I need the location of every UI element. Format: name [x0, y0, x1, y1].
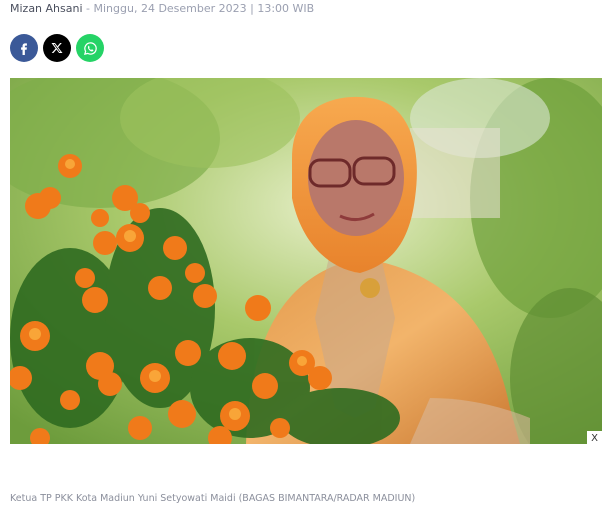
x-icon — [51, 42, 63, 54]
publish-date: Minggu, 24 Desember 2023 | 13:00 WIB — [93, 2, 315, 15]
ad-close-button[interactable]: X — [587, 431, 602, 446]
photo-caption: Ketua TP PKK Kota Madiun Yuni Setyowati … — [10, 493, 416, 504]
share-facebook-button[interactable] — [10, 34, 38, 62]
share-whatsapp-button[interactable] — [76, 34, 104, 62]
article-meta: Mizan Ahsani - Minggu, 24 Desember 2023 … — [10, 2, 314, 16]
author-name[interactable]: Mizan Ahsani — [10, 2, 83, 15]
meta-separator: - — [82, 2, 94, 15]
facebook-icon — [17, 41, 31, 55]
photo-illustration — [10, 78, 602, 444]
whatsapp-icon — [83, 41, 98, 56]
share-x-button[interactable] — [43, 34, 71, 62]
share-buttons — [10, 34, 104, 62]
article-photo — [10, 78, 602, 444]
